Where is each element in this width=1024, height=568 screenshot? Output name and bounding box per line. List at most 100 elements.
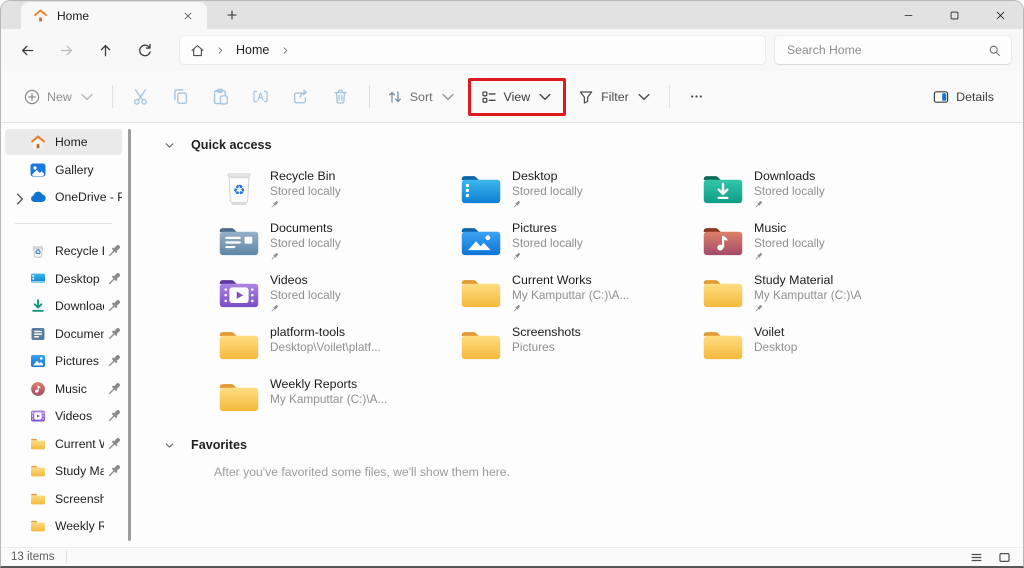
tile-downloads[interactable]: Downloads Stored locally [698,166,934,212]
tile-desktop[interactable]: Desktop Stored locally [456,166,692,212]
pin-icon [512,252,521,261]
up-button[interactable] [89,34,122,66]
chevron-down-icon [636,89,652,105]
tab-close-button[interactable] [177,5,199,27]
home-breadcrumb-icon[interactable] [190,43,205,58]
pictures-folder-icon [458,219,503,261]
pin-icon [106,408,122,424]
pin-icon [106,326,122,342]
see-more-button[interactable] [678,82,715,111]
minimize-icon [903,10,914,21]
up-arrow-icon [98,43,113,58]
details-pane-icon [933,89,949,105]
refresh-icon [137,43,152,58]
tile-current-works[interactable]: Current Works My Kamputtar (C:)\A... [456,270,692,316]
close-icon [995,10,1006,21]
sidebar-item-documents[interactable]: Documents [5,321,122,347]
new-button[interactable]: New [15,82,104,112]
desktop-icon [30,271,46,287]
command-bar: New Sort View Filter [1,71,1023,123]
tile-platform-tools[interactable]: platform-tools Desktop\Voilet\platf... [214,322,450,368]
gallery-icon [30,162,46,178]
pin-icon [270,304,279,313]
quick-access-header[interactable]: Quick access [164,136,1023,154]
sort-button[interactable]: Sort [378,82,465,112]
breadcrumb-home[interactable]: Home [236,43,269,57]
sidebar-item-gallery[interactable]: Gallery [5,157,122,183]
copy-button[interactable] [161,79,201,115]
folder-icon [458,323,503,365]
maximize-button[interactable] [931,1,977,29]
filter-button[interactable]: Filter [569,82,661,112]
address-bar[interactable]: Home [179,35,766,65]
recycle-bin-icon [30,243,46,259]
view-button-highlight-annotation: View [468,78,567,116]
sidebar-item-home[interactable]: Home [5,129,122,155]
pin-icon [270,200,279,209]
list-view-toggle[interactable] [965,549,987,566]
favorites-header[interactable]: Favorites [164,436,1023,454]
rename-button[interactable] [241,79,281,115]
tile-study-material[interactable]: Study Material My Kamputtar (C:)\A [698,270,934,316]
close-button[interactable] [977,1,1023,29]
rename-icon [252,88,269,105]
tile-music[interactable]: Music Stored locally [698,218,934,264]
cut-button[interactable] [121,79,161,115]
delete-button[interactable] [321,79,361,115]
pin-icon [106,463,122,479]
tile-videos[interactable]: Videos Stored locally [214,270,450,316]
paste-button[interactable] [201,79,241,115]
back-button[interactable] [11,34,44,66]
chevron-down-icon[interactable] [164,140,175,151]
expander-chevron-icon[interactable] [12,191,28,207]
folder-icon [216,375,261,417]
tile-weekly-reports[interactable]: Weekly Reports My Kamputtar (C:)\A... [214,374,450,420]
chevron-down-icon [79,89,95,105]
sidebar-item-screenshots[interactable]: Screenshots [5,486,122,512]
sidebar-item-videos[interactable]: Videos [5,403,122,429]
sidebar-scrollbar[interactable] [128,129,131,541]
forward-icon [59,43,74,58]
chevron-down-icon[interactable] [164,440,175,451]
chevron-right-icon[interactable] [281,46,290,55]
toolbar-divider [112,85,113,108]
chevron-down-icon [440,89,456,105]
new-tab-button[interactable] [219,2,245,28]
sidebar-item-music[interactable]: Music [5,376,122,402]
music-icon [30,381,46,397]
tile-screenshots[interactable]: Screenshots Pictures [456,322,692,368]
file-explorer-window: Home Home New [0,0,1024,568]
sort-label: Sort [410,90,433,104]
sidebar-item-study-material[interactable]: Study Materi [5,458,122,484]
plus-icon [226,9,238,21]
sidebar-item-current-works[interactable]: Current Worl [5,431,122,457]
sidebar-item-desktop[interactable]: Desktop [5,266,122,292]
sidebar-item-onedrive[interactable]: OneDrive - Pers [5,184,122,210]
tile-documents[interactable]: Documents Stored locally [214,218,450,264]
tile-voilet[interactable]: Voilet Desktop [698,322,934,368]
documents-folder-icon [216,219,261,261]
tab-home[interactable]: Home [21,2,207,29]
sidebar-item-pictures[interactable]: Pictures [5,348,122,374]
minimize-button[interactable] [885,1,931,29]
favorites-title: Favorites [191,438,247,452]
tile-pictures[interactable]: Pictures Stored locally [456,218,692,264]
search-input[interactable] [787,43,988,57]
filter-label: Filter [601,90,629,104]
folder-icon [700,271,745,313]
navigation-bar: Home [1,29,1023,71]
large-icons-view-toggle[interactable] [993,549,1015,566]
tile-recycle-bin[interactable]: Recycle Bin Stored locally [214,166,450,212]
share-button[interactable] [281,79,321,115]
details-button[interactable]: Details [924,82,1003,112]
item-count: 13 items [11,551,54,563]
forward-button[interactable] [50,34,83,66]
refresh-button[interactable] [128,34,161,66]
search-box [774,35,1012,65]
desktop-folder-icon [458,167,503,209]
view-button[interactable]: View [472,82,563,112]
sidebar-item-weekly-reports[interactable]: Weekly Reports [5,513,122,539]
sidebar-item-downloads[interactable]: Downloads [5,293,122,319]
sidebar-item-recycle-bin[interactable]: Recycle Bin [5,238,122,264]
quick-access-grid: Recycle Bin Stored locally Desktop Store… [214,166,1023,420]
